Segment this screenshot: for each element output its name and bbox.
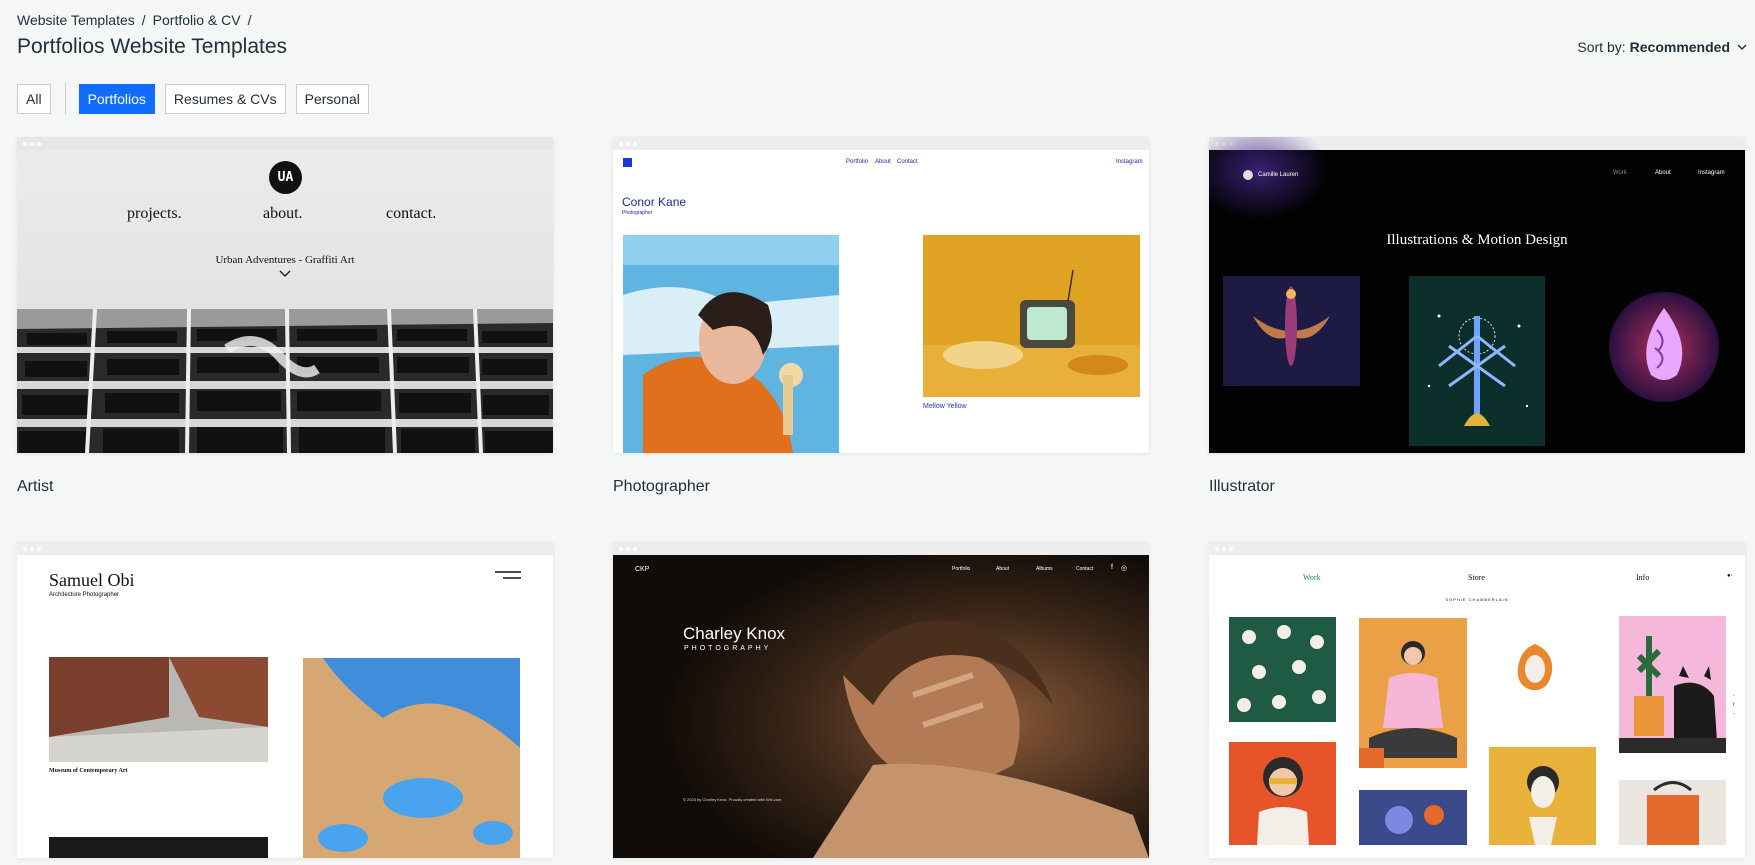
- woman-sitting-art: [1359, 618, 1467, 768]
- page-title: Portfolios Website Templates: [17, 35, 288, 58]
- preview-subtitle: Urban Adventures - Graffiti Art: [215, 254, 355, 266]
- nav-portfolio: Portfolio: [952, 566, 971, 572]
- moon-icon: [1243, 170, 1253, 180]
- preview-headline: Illustrations & Motion Design: [1386, 232, 1568, 248]
- hamburger-menu-icon: [495, 571, 521, 579]
- breadcrumb-separator: /: [247, 12, 252, 28]
- filter-resumes-cvs[interactable]: Resumes & CVs: [164, 84, 286, 114]
- museum-photo: [49, 657, 268, 762]
- filter-all[interactable]: All: [17, 84, 51, 114]
- preview-name: Samuel Obi: [49, 570, 135, 590]
- nav-instagram: Instagram: [1116, 159, 1143, 165]
- portrait-photo: [623, 235, 839, 453]
- nav-contact: contact.: [386, 205, 437, 222]
- site-logo: [623, 158, 632, 167]
- plant-illustration: [1409, 276, 1545, 446]
- nav-work: Work: [1613, 170, 1627, 176]
- browser-bar: [613, 542, 1149, 555]
- tote-bag-art: [1619, 780, 1726, 845]
- preview-name: Charley Knox: [683, 624, 786, 643]
- social-icons: ◦ f ◦: [1733, 694, 1735, 717]
- preview-screen: Camille Lauren Work About Instagram Illu…: [1209, 137, 1745, 453]
- nav-about: About: [1655, 170, 1671, 176]
- template-title[interactable]: Photographer: [613, 478, 710, 496]
- filter-personal[interactable]: Personal: [295, 84, 369, 114]
- sort-label: Sort by:: [1577, 39, 1626, 55]
- breadcrumb: Website Templates / Portfolio & CV /: [17, 12, 251, 28]
- nav-info: Info: [1636, 573, 1650, 582]
- portrait-yellow-art: [1489, 747, 1596, 845]
- template-preview[interactable]: Camille Lauren Work About Instagram Illu…: [1209, 137, 1745, 453]
- template-title[interactable]: Illustrator: [1209, 478, 1275, 496]
- tv-photo: [923, 235, 1140, 397]
- brand-name: Camille Lauren: [1258, 172, 1299, 178]
- browser-bar: [17, 542, 553, 555]
- browser-bar: [17, 137, 553, 150]
- sort-value: Recommended: [1629, 39, 1730, 55]
- preview-role: Architecture Photographer: [49, 592, 120, 598]
- cart-icon: ●◦: [1727, 573, 1733, 579]
- chevron-down-icon: [279, 270, 291, 277]
- nav-work: Work: [1303, 573, 1321, 582]
- preview-role: PHOTOGRAPHY: [684, 645, 772, 652]
- nav-portfolio: Portfolio: [846, 159, 869, 165]
- preview-brand: CKP: [635, 566, 650, 573]
- template-preview[interactable]: CKP Portfolio About Albums Contact f ◎ C…: [613, 542, 1149, 858]
- breadcrumb-separator: /: [141, 12, 146, 28]
- preview-brand: Camille Lauren: [1243, 170, 1298, 180]
- blue-flowers-art: [1359, 790, 1467, 845]
- category-filters: All Portfolios Resumes & CVs Personal: [17, 83, 369, 115]
- template-preview[interactable]: Samuel Obi Architecture Photographer Mus…: [17, 542, 553, 858]
- cat-plant-art: [1619, 616, 1726, 753]
- nav-instagram: Instagram: [1698, 170, 1725, 176]
- breadcrumb-portfolio-cv[interactable]: Portfolio & CV: [153, 12, 241, 28]
- ua-logo: UA: [269, 161, 302, 194]
- browser-bar: [1209, 542, 1745, 555]
- nav-store: Store: [1468, 573, 1485, 582]
- nav-contact: Contact: [897, 159, 918, 165]
- nav-about: About: [875, 159, 891, 165]
- nav-about: About: [996, 566, 1010, 572]
- portrait-photo: [613, 555, 1149, 858]
- shell-illustration: [1609, 292, 1719, 402]
- preview-role: Photographer: [622, 210, 653, 216]
- nav-contact: Contact: [1076, 566, 1094, 572]
- breadcrumb-website-templates[interactable]: Website Templates: [17, 12, 135, 28]
- template-preview[interactable]: Portfolio About Contact Instagram Conor …: [613, 137, 1149, 453]
- chevron-down-icon: [1737, 44, 1747, 50]
- template-preview[interactable]: UA projects. about. contact. Urban Adven…: [17, 137, 553, 453]
- nav-projects: projects.: [127, 205, 182, 222]
- egg-art: [1517, 644, 1553, 691]
- preview-caption: Mellow Yellow: [923, 403, 967, 410]
- nav-about: about.: [263, 205, 303, 222]
- template-preview[interactable]: Work Store Info ●◦ SOPHIE CHAMBERLAIN ◦ …: [1209, 542, 1745, 858]
- preview-footer: © 2023 by Charley Knox. Proudly created …: [683, 797, 782, 802]
- nav-albums: Albums: [1036, 566, 1053, 572]
- template-title[interactable]: Artist: [17, 478, 53, 496]
- facebook-icon: f: [1111, 564, 1113, 571]
- sort-dropdown[interactable]: Sort by: Recommended: [1577, 39, 1747, 55]
- preview-name: Conor Kane: [622, 195, 687, 209]
- filter-portfolios[interactable]: Portfolios: [78, 84, 155, 114]
- architecture-photo: [303, 658, 520, 858]
- creature-illustration: [1223, 276, 1360, 386]
- browser-bar: [613, 137, 1149, 150]
- preview-caption: Museum of Contemporary Art: [49, 768, 128, 774]
- dark-photo: [49, 837, 268, 858]
- preview-brand: SOPHIE CHAMBERLAIN: [1445, 597, 1509, 602]
- building-photo: [17, 309, 553, 453]
- hands-pattern-art: [1229, 617, 1336, 722]
- filter-divider: [64, 83, 66, 115]
- woman-sunglasses-art: [1229, 742, 1336, 845]
- instagram-icon: ◎: [1121, 565, 1128, 572]
